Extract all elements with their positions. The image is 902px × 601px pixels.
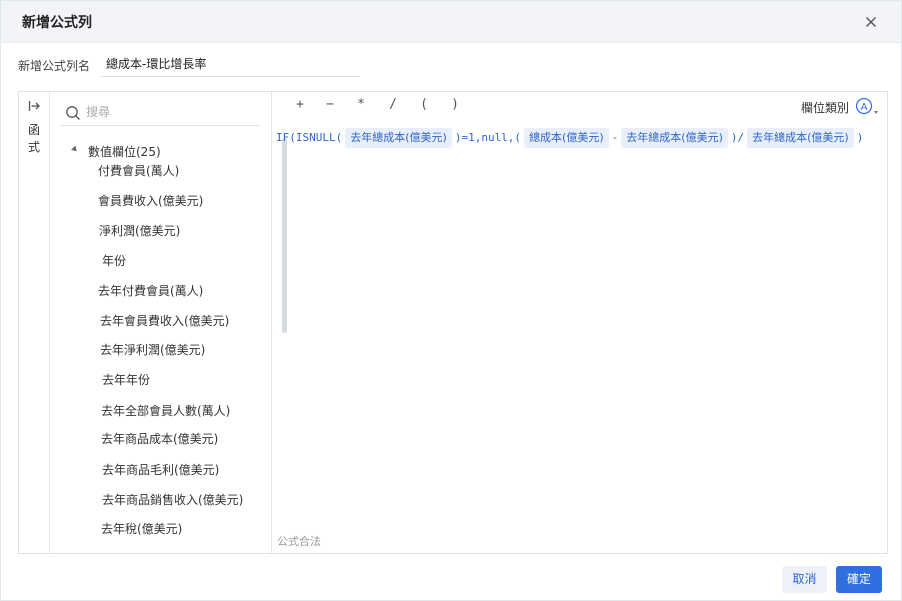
close-paren-button[interactable]: ): [447, 97, 463, 113]
formula-area: + − * / ( ) 欄位類別 A IF(ISNULL(去年總成本(億美元))…: [272, 92, 887, 553]
field-item[interactable]: 年份: [102, 250, 126, 272]
field-item[interactable]: 會員費收入(億美元): [98, 190, 203, 212]
column-name-label: 新增公式列名: [18, 59, 91, 73]
formula-field-chip[interactable]: 去年總成本(億美元): [747, 128, 854, 148]
caret-down-icon: [71, 145, 79, 154]
field-item[interactable]: 淨利潤(億美元): [99, 220, 180, 242]
formula-text: -: [611, 131, 619, 144]
operator-toolbar: + − * / ( ) 欄位類別 A: [272, 92, 887, 120]
multiply-button[interactable]: *: [353, 97, 369, 113]
close-icon[interactable]: [861, 12, 881, 32]
expand-arrow-icon[interactable]: [28, 100, 41, 112]
dialog-title: 新增公式列: [22, 15, 92, 31]
formula-field-chip[interactable]: 總成本(億美元): [524, 128, 609, 148]
search-icon: [66, 106, 80, 120]
field-item[interactable]: 去年稅(億美元): [101, 518, 182, 540]
formula-dialog: 新增公式列 新增公式列名 函式: [0, 0, 902, 601]
plus-button[interactable]: +: [292, 97, 308, 113]
field-item[interactable]: 去年年份: [102, 369, 150, 391]
formula-field-chip[interactable]: 去年總成本(億美元): [621, 128, 728, 148]
field-item[interactable]: 付費會員(萬人): [98, 160, 179, 182]
formula-text: ): [856, 131, 864, 144]
formula-text: )=1,null,(: [454, 131, 522, 144]
column-name-input[interactable]: [100, 51, 360, 77]
field-type-label: 欄位類別: [800, 101, 849, 115]
field-panel: 數值欄位(25) 付費會員(萬人) 會員費收入(億美元) 淨利潤(億美元) 年份…: [50, 92, 287, 553]
field-type-icon[interactable]: A: [855, 97, 873, 115]
formula-status: 公式合法: [277, 535, 321, 548]
side-rail: 函式: [19, 92, 50, 553]
field-type-glyph: A: [861, 102, 868, 113]
field-item[interactable]: 去年商品毛利(億美元): [102, 459, 219, 481]
field-item[interactable]: 去年付費會員(萬人): [98, 280, 203, 302]
cancel-button[interactable]: 取消: [782, 566, 827, 593]
field-item[interactable]: 去年商品銷售收入(億美元): [102, 489, 243, 511]
dropdown-caret-icon: [874, 111, 878, 114]
function-tab[interactable]: 函式: [26, 122, 42, 156]
group-label: 數值欄位(25): [88, 145, 161, 159]
formula-editor: 函式 數值欄位(25) 付費會員(萬人) 會員費收入(億美元) 淨利潤(億美元)…: [18, 91, 888, 554]
field-search: [60, 98, 260, 126]
minus-button[interactable]: −: [322, 97, 338, 113]
formula-text: )/: [730, 131, 745, 144]
field-item[interactable]: 去年會員費收入(億美元): [100, 310, 229, 332]
field-item[interactable]: 去年全部會員人數(萬人): [101, 400, 230, 422]
dialog-header: 新增公式列: [1, 1, 901, 43]
open-paren-button[interactable]: (: [416, 97, 432, 113]
field-item[interactable]: 去年淨利潤(億美元): [100, 339, 205, 361]
formula-text: IF(ISNULL(: [276, 131, 343, 144]
formula-expression[interactable]: IF(ISNULL(去年總成本(億美元))=1,null,(總成本(億美元) - 去…: [276, 126, 876, 150]
divide-button[interactable]: /: [385, 97, 401, 113]
search-input[interactable]: [86, 102, 256, 122]
confirm-button[interactable]: 確定: [836, 566, 882, 593]
formula-field-chip[interactable]: 去年總成本(億美元): [345, 128, 452, 148]
field-item[interactable]: 去年商品成本(億美元): [101, 428, 218, 450]
